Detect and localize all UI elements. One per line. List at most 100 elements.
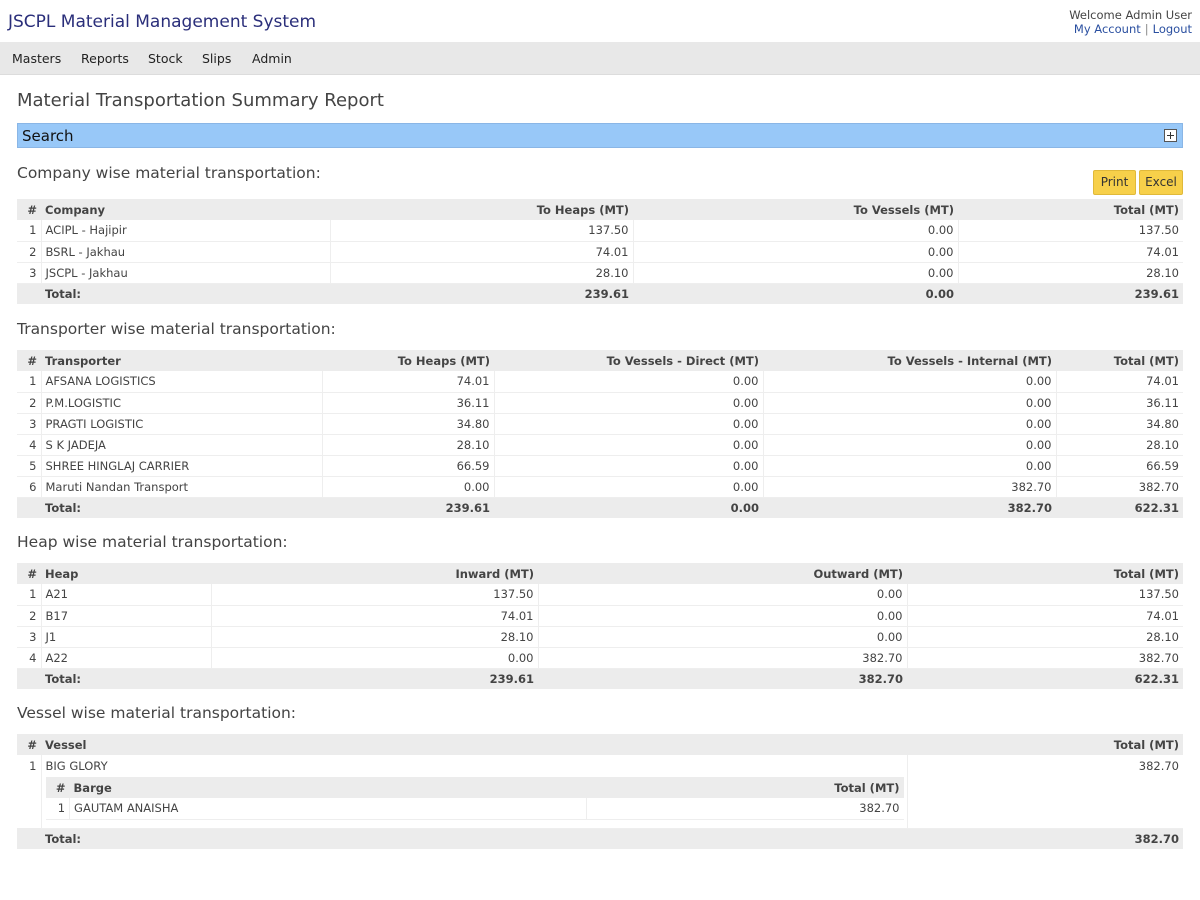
total-to-heaps: 239.61	[322, 497, 494, 518]
cell-vessels-internal: 0.00	[763, 455, 1057, 477]
cell-total: 36.11	[1056, 392, 1183, 414]
cell-index: 3	[17, 626, 42, 648]
barge-cell-index: 1	[45, 798, 71, 820]
table-row: 4 A22 0.00 382.70 382.70	[17, 647, 1183, 669]
menu-admin[interactable]: Admin	[252, 51, 292, 66]
menu-reports[interactable]: Reports	[81, 51, 129, 66]
cell-total: 74.01	[1056, 371, 1183, 393]
total-total: 622.31	[907, 668, 1183, 689]
search-panel-header[interactable]: Search	[17, 123, 1183, 148]
table-header-row: # Heap Inward (MT) Outward (MT) Total (M…	[17, 563, 1183, 584]
cell-index: 5	[17, 455, 42, 477]
vessel-section-title: Vessel wise material transportation:	[17, 704, 297, 722]
cell-to-heaps: 74.01	[330, 241, 634, 263]
cell-vessel: BIG GLORY # Barge Total (MT) 1 GAUTAM AN…	[41, 755, 908, 829]
total-to-heaps: 239.61	[330, 283, 633, 304]
transporter-section-title: Transporter wise material transportation…	[17, 320, 336, 338]
cell-transporter: Maruti Nandan Transport	[41, 476, 323, 498]
table-row: 2 B17 74.01 0.00 74.01	[17, 605, 1183, 627]
menu-slips[interactable]: Slips	[202, 51, 231, 66]
menu-stock[interactable]: Stock	[148, 51, 183, 66]
table-header-row: # Vessel Total (MT)	[17, 734, 1183, 755]
barge-header-row: # Barge Total (MT)	[45, 777, 904, 798]
col-header-heap: Heap	[41, 563, 211, 584]
col-header-total: Total (MT)	[907, 734, 1183, 755]
barge-cell-name: GAUTAM ANAISHA	[69, 798, 588, 820]
cell-index: 2	[17, 392, 42, 414]
col-header-transporter: Transporter	[41, 350, 322, 371]
cell-total: 28.10	[907, 626, 1183, 648]
col-header-index: #	[17, 734, 41, 755]
excel-button[interactable]: Excel	[1139, 170, 1183, 195]
cell-index: 3	[17, 413, 42, 435]
table-row: 3 J1 28.10 0.00 28.10	[17, 626, 1183, 648]
heap-table: # Heap Inward (MT) Outward (MT) Total (M…	[17, 563, 1183, 689]
cell-index: 1	[17, 371, 42, 393]
cell-index: 4	[17, 647, 42, 669]
total-label: Total:	[41, 283, 330, 304]
cell-outward: 382.70	[538, 647, 908, 669]
cell-total: 74.01	[958, 241, 1183, 263]
barge-row: 1 GAUTAM ANAISHA 382.70	[45, 798, 904, 820]
col-header-vessels-direct: To Vessels - Direct (MT)	[494, 350, 763, 371]
table-row: 1 AFSANA LOGISTICS 74.01 0.00 0.00 74.01	[17, 371, 1183, 393]
app-title: JSCPL Material Management System	[8, 12, 317, 32]
table-header-row: # Transporter To Heaps (MT) To Vessels -…	[17, 350, 1183, 371]
cell-vessels-direct: 0.00	[494, 392, 764, 414]
my-account-link[interactable]: My Account	[1074, 22, 1141, 36]
cell-to-heaps: 66.59	[322, 455, 495, 477]
total-total: 239.61	[958, 283, 1183, 304]
menu-masters[interactable]: Masters	[12, 51, 61, 66]
top-header: JSCPL Material Management System Welcome…	[0, 0, 1200, 42]
cell-total: 34.80	[1056, 413, 1183, 435]
total-row: Total: 239.61 382.70 622.31	[17, 668, 1183, 689]
total-total: 382.70	[907, 828, 1183, 849]
barge-col-total: Total (MT)	[586, 777, 904, 798]
vessel-row: 1 BIG GLORY # Barge Total (MT) 1 GAUTAM …	[17, 755, 1183, 829]
table-row: 6 Maruti Nandan Transport 0.00 0.00 382.…	[17, 476, 1183, 498]
cell-total: 137.50	[907, 584, 1183, 606]
cell-transporter: P.M.LOGISTIC	[41, 392, 323, 414]
cell-to-heaps: 34.80	[322, 413, 495, 435]
cell-to-heaps: 0.00	[322, 476, 495, 498]
total-row: Total: 239.61 0.00 239.61	[17, 283, 1183, 304]
cell-company: JSCPL - Jakhau	[41, 262, 331, 284]
cell-to-heaps: 137.50	[330, 220, 634, 242]
table-row: 2 BSRL - Jakhau 74.01 0.00 74.01	[17, 241, 1183, 263]
cell-heap: A22	[41, 647, 212, 669]
cell-total: 28.10	[958, 262, 1183, 284]
user-box: Welcome Admin User My Account | Logout	[1069, 8, 1192, 36]
cell-total: 382.70	[907, 647, 1183, 669]
cell-vessels-direct: 0.00	[494, 371, 764, 393]
print-button[interactable]: Print	[1093, 170, 1136, 195]
col-header-outward: Outward (MT)	[538, 563, 907, 584]
plus-square-icon[interactable]	[1164, 129, 1177, 142]
col-header-total: Total (MT)	[907, 563, 1183, 584]
total-row: Total: 382.70	[17, 828, 1183, 849]
cell-to-vessels: 0.00	[633, 220, 959, 242]
cell-vessels-direct: 0.00	[494, 455, 764, 477]
cell-company: BSRL - Jakhau	[41, 241, 331, 263]
cell-inward: 74.01	[211, 605, 539, 627]
table-row: 1 A21 137.50 0.00 137.50	[17, 584, 1183, 606]
cell-total: 137.50	[958, 220, 1183, 242]
total-inward: 239.61	[211, 668, 538, 689]
table-row: 1 ACIPL - Hajipir 137.50 0.00 137.50	[17, 220, 1183, 242]
cell-outward: 0.00	[538, 626, 908, 648]
col-header-to-heaps: To Heaps (MT)	[322, 350, 494, 371]
heap-section-title: Heap wise material transportation:	[17, 533, 288, 551]
col-header-total: Total (MT)	[958, 199, 1183, 220]
cell-to-heaps: 28.10	[322, 434, 495, 456]
cell-index: 1	[17, 755, 42, 828]
cell-vessels-direct: 0.00	[494, 413, 764, 435]
table-header-row: # Company To Heaps (MT) To Vessels (MT) …	[17, 199, 1183, 220]
cell-total: 28.10	[1056, 434, 1183, 456]
cell-transporter: PRAGTI LOGISTIC	[41, 413, 323, 435]
cell-to-vessels: 0.00	[633, 262, 959, 284]
cell-to-vessels: 0.00	[633, 241, 959, 263]
vessel-name: BIG GLORY	[45, 759, 108, 773]
cell-total: 382.70	[1056, 476, 1183, 498]
vessel-table: # Vessel Total (MT) 1 BIG GLORY # Barge …	[17, 734, 1183, 849]
link-separator: |	[1144, 22, 1149, 36]
logout-link[interactable]: Logout	[1153, 22, 1192, 36]
